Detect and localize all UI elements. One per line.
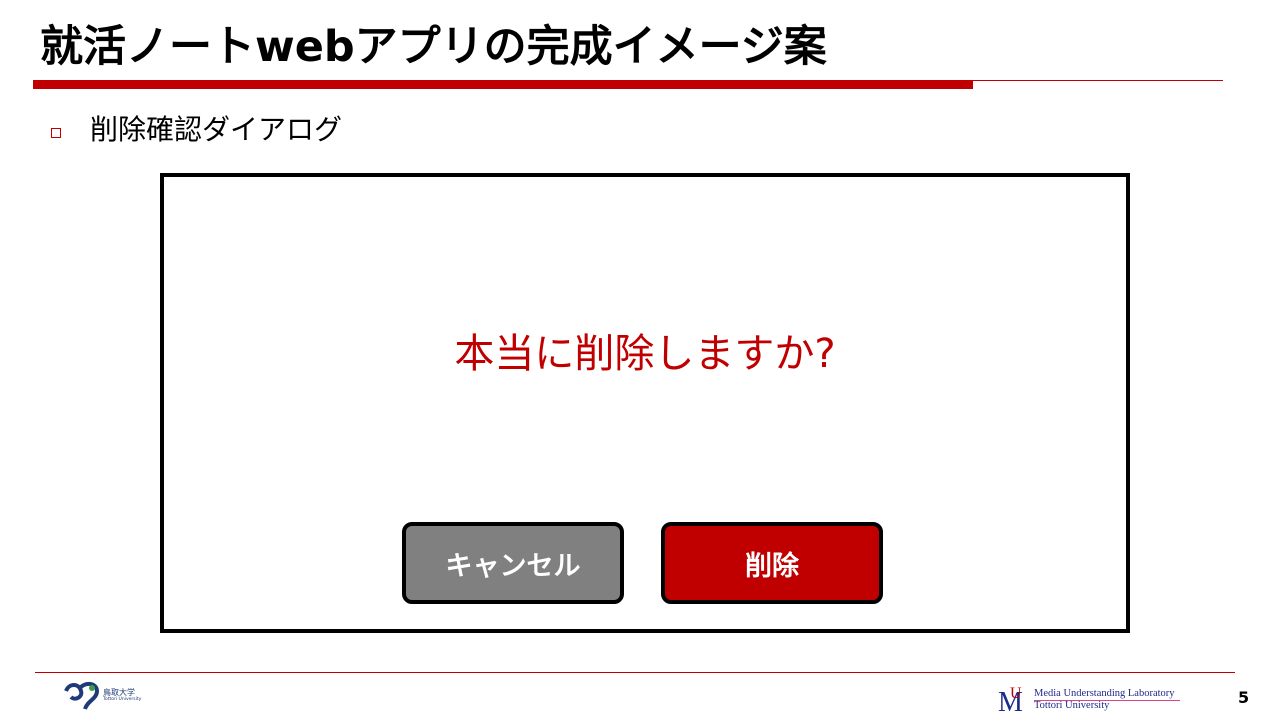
lab-logo-line1: Media Understanding Laboratory — [1034, 688, 1175, 699]
slide-subtitle: 削除確認ダイアログ — [90, 113, 343, 146]
slide-title: 就活ノートwebアプリの完成イメージ案 — [40, 22, 827, 72]
lab-logo-line2: Tottori University — [1034, 700, 1110, 711]
svg-text:U: U — [1010, 685, 1022, 702]
title-underline — [33, 80, 973, 89]
tottori-university-logo: 鳥取大学 Tottori University — [63, 678, 143, 714]
delete-confirm-dialog: 本当に削除しますか? キャンセル 削除 — [160, 173, 1130, 633]
title-underline-thin — [973, 80, 1223, 81]
page-number: 5 — [1238, 688, 1250, 707]
dialog-message: 本当に削除しますか? — [454, 331, 836, 377]
bullet-square-icon — [51, 128, 61, 138]
tottori-logo-en: Tottori University — [103, 697, 142, 703]
cancel-button[interactable]: キャンセル — [402, 522, 624, 604]
delete-button[interactable]: 削除 — [661, 522, 883, 604]
footer-divider — [35, 672, 1235, 673]
media-understanding-lab-logo: M U Media Understanding Laboratory Totto… — [998, 684, 1188, 714]
mul-logo-icon: M U — [998, 685, 1023, 714]
tottori-logo-icon — [64, 682, 100, 710]
